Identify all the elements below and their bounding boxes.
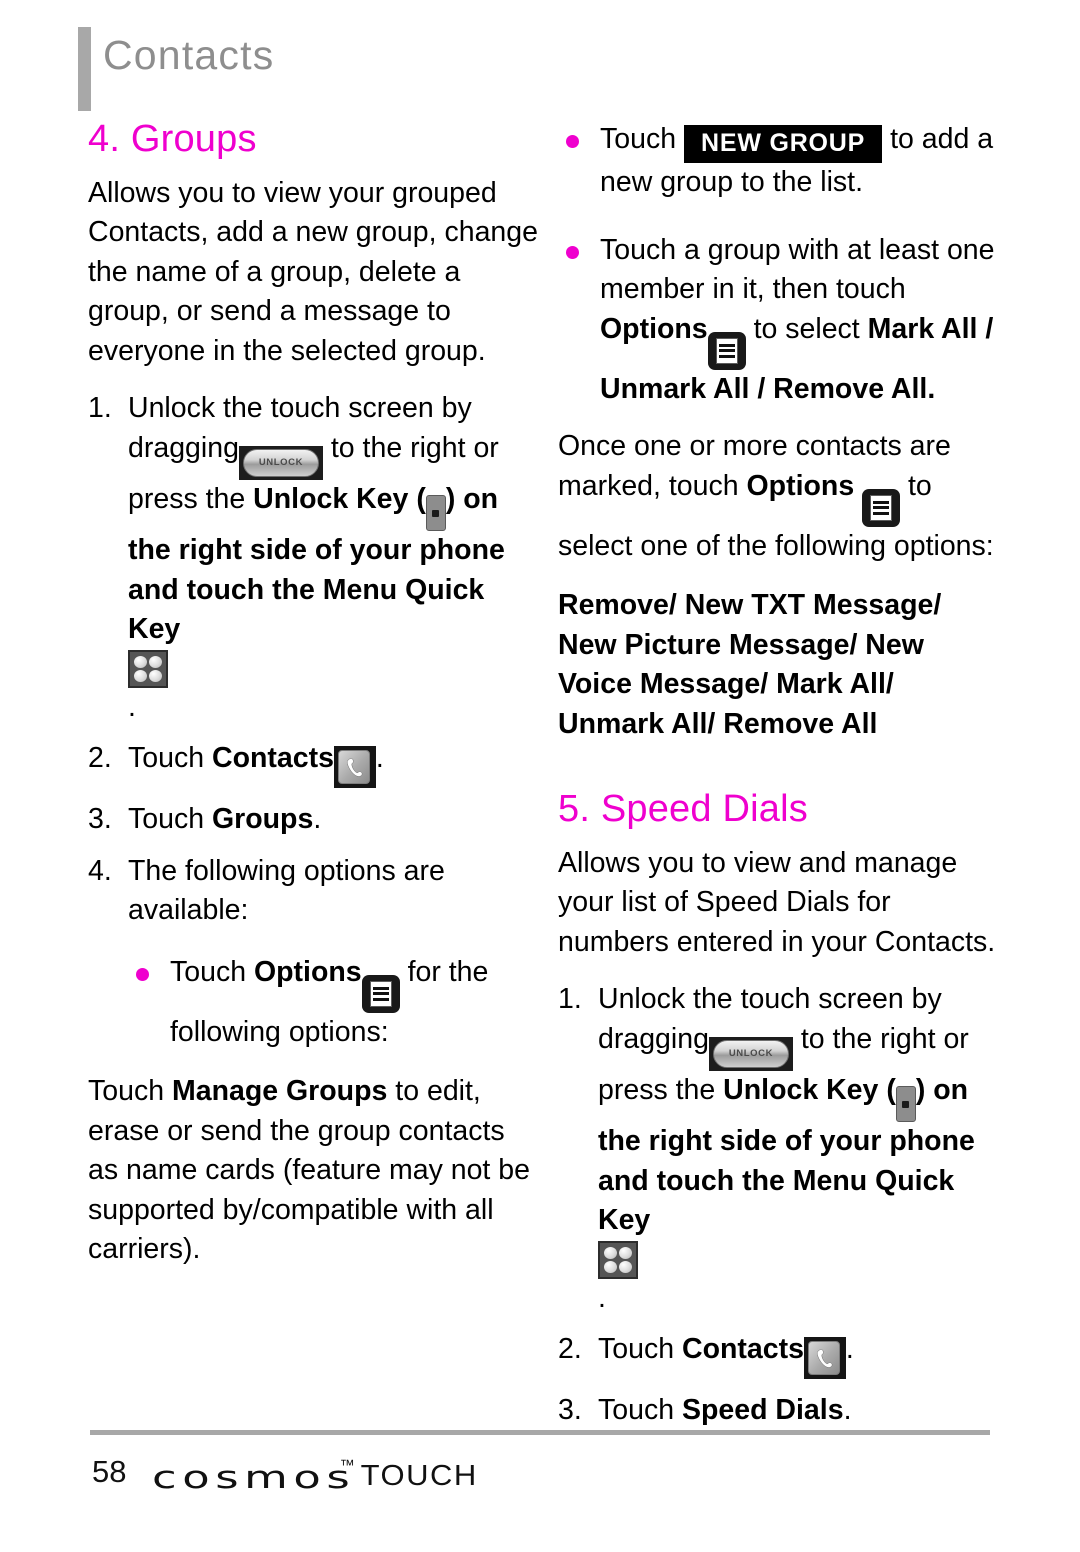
step-bold-unlock-key: Unlock Key — [723, 1073, 879, 1106]
unlock-slider-icon: UNLOCK — [708, 1036, 793, 1071]
footer-divider — [90, 1430, 990, 1435]
trademark-symbol: ™ — [339, 1457, 355, 1474]
unlock-slider-label: UNLOCK — [258, 456, 304, 468]
page-header: Contacts — [0, 0, 1080, 118]
manage-groups-paragraph: Touch Manage Groups to edit, erase or se… — [88, 1072, 540, 1270]
paren-open: ( — [416, 482, 426, 515]
bullet-item-mark-all: Touch a group with at least one member i… — [558, 231, 996, 410]
step-number: 2. — [88, 742, 112, 775]
contacts-icon — [803, 1337, 846, 1380]
step-number: 1. — [88, 392, 112, 425]
once-marked-paragraph: Once one or more contacts are marked, to… — [558, 427, 996, 566]
left-column: 4. Groups Allows you to view your groupe… — [88, 118, 540, 1286]
step-text: Touch — [128, 803, 205, 836]
step-item: 4. The following options are available: — [88, 852, 540, 931]
brand-logo: cosmos ™ TOUCH — [152, 1450, 478, 1496]
new-group-button[interactable]: NEW GROUP — [683, 125, 883, 163]
unlock-slider-icon: UNLOCK — [238, 445, 323, 480]
manage-groups-bold: Manage Groups — [171, 1075, 388, 1108]
page-number: 58 — [92, 1454, 127, 1489]
bullet-bold-options: Options — [253, 955, 362, 988]
header-accent-bar — [78, 27, 91, 111]
step-number: 2. — [558, 1333, 582, 1366]
step-item: 3. Touch Groups. — [88, 800, 540, 840]
step-item: 2. Touch Contacts. — [88, 739, 540, 789]
bullet-dot-icon — [136, 967, 149, 981]
options-icon — [361, 974, 400, 1013]
paren-close: ) — [915, 1073, 926, 1106]
section-heading-groups: 4. Groups — [88, 118, 257, 160]
bullet-item-new-group: Touch NEW GROUP to add a new group to th… — [558, 120, 996, 203]
step-number: 3. — [88, 803, 112, 836]
bullet-text: . — [927, 372, 936, 405]
bullet-text: Touch — [170, 955, 247, 988]
once-marked-bold-options: Options — [746, 469, 855, 502]
step-bold-unlock-key: Unlock Key — [253, 482, 409, 515]
options-icon — [862, 488, 901, 527]
groups-intro-paragraph: Allows you to view your grouped Contacts… — [88, 176, 538, 367]
side-unlock-key-icon — [425, 495, 446, 532]
step-text: . — [375, 742, 384, 775]
step-number: 1. — [558, 983, 582, 1016]
bullet-dot-icon — [566, 245, 579, 259]
options-icon — [707, 331, 746, 370]
step-number: 4. — [88, 854, 112, 887]
step-item: 1. Unlock the touch screen by dragging UNL… — [558, 980, 996, 1318]
speed-dials-intro-paragraph: Allows you to view and manage your list … — [558, 846, 996, 958]
step-text: . — [845, 1333, 854, 1366]
bullet-text: Touch a group with at least one member i… — [600, 233, 995, 306]
contacts-icon — [333, 746, 376, 789]
step-text: The following options are available: — [128, 854, 445, 927]
manage-groups-text: Touch — [88, 1075, 165, 1108]
step-text: Touch — [598, 1333, 675, 1366]
step-text: . — [598, 1281, 606, 1314]
side-unlock-key-icon — [895, 1086, 916, 1123]
bullet-text: Touch — [600, 123, 677, 155]
step-text: . — [128, 690, 136, 723]
step-bold-contacts: Contacts — [211, 742, 334, 775]
product-name: TOUCH — [360, 1459, 478, 1492]
step-bold-groups: Groups — [211, 803, 314, 836]
paren-open: ( — [886, 1073, 896, 1106]
right-column: Touch NEW GROUP to add a new group to th… — [558, 120, 996, 1443]
menu-quick-key-icon — [598, 1240, 638, 1279]
bullet-dot-icon — [566, 135, 579, 148]
step-text: Touch — [128, 742, 205, 775]
bullet-bold-options: Options — [600, 312, 708, 345]
step-text: . — [313, 803, 322, 836]
options-list-paragraph: Remove/ New TXT Message/ New Picture Mes… — [558, 589, 942, 740]
bullet-item-options: Touch Options for the following options: — [128, 953, 540, 1053]
step-bold-contacts: Contacts — [681, 1333, 804, 1366]
step-item: 1. Unlock the touch screen by dragging UNL… — [88, 389, 540, 727]
bullet-text: to select — [753, 312, 860, 345]
step-item: 2. Touch Contacts. — [558, 1330, 996, 1380]
page-footer: 58 cosmos ™ TOUCH — [0, 1422, 1080, 1552]
unlock-slider-label: UNLOCK — [728, 1047, 774, 1059]
section-heading-speed-dials: 5. Speed Dials — [558, 788, 808, 830]
menu-quick-key-icon — [128, 649, 168, 688]
page-title: Contacts — [103, 32, 275, 78]
paren-close: ) — [445, 482, 456, 515]
brand-name: cosmos — [152, 1460, 356, 1496]
